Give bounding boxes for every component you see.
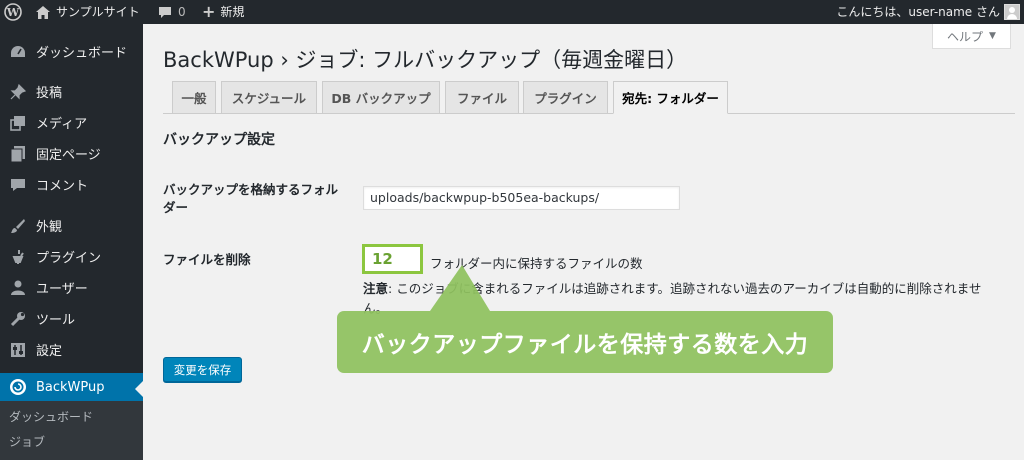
- tab-plugins[interactable]: プラグイン: [523, 81, 608, 114]
- menu-dashboard[interactable]: ダッシュボード: [0, 36, 143, 67]
- menu-label: コメント: [36, 179, 89, 194]
- page-title: BackWPup › ジョブ: フルバックアップ（毎週金曜日）: [163, 48, 688, 72]
- settings-icon: [0, 342, 36, 358]
- menu-label: BackWPup: [36, 379, 105, 395]
- folder-label: バックアップを格納するフォル ダー: [163, 181, 338, 217]
- menu-pages[interactable]: 固定ページ: [0, 138, 143, 169]
- delete-files-label: ファイルを削除: [163, 252, 251, 267]
- menu-label: ツール: [36, 313, 76, 328]
- menu-label: 外観: [36, 220, 63, 235]
- backwpup-icon: [0, 378, 36, 396]
- wordpress-logo-icon[interactable]: W: [4, 0, 24, 24]
- section-title: バックアップ設定: [163, 132, 275, 148]
- brush-icon: [0, 218, 36, 234]
- home-icon: [36, 5, 50, 19]
- menu-label: 固定ページ: [36, 148, 101, 163]
- annotation-callout: バックアップファイルを保持する数を入力: [337, 311, 833, 373]
- dashboard-icon: [0, 45, 36, 59]
- submenu-jobs[interactable]: ジョブ: [9, 433, 45, 450]
- new-content-link[interactable]: + 新規: [202, 0, 244, 24]
- comment-bubble-icon: [159, 6, 171, 18]
- plugin-icon: [0, 249, 36, 265]
- submenu-dashboard[interactable]: ダッシュボード: [9, 408, 93, 425]
- save-changes-button[interactable]: 変更を保存: [163, 357, 242, 382]
- menu-media[interactable]: メディア: [0, 107, 143, 138]
- comment-count: 0: [178, 5, 186, 19]
- account-greeting[interactable]: こんにちは、user-name さん: [836, 0, 1000, 24]
- comments-link[interactable]: 0: [158, 0, 186, 24]
- user-icon: [0, 280, 36, 296]
- menu-plugins[interactable]: プラグイン: [0, 241, 143, 272]
- admin-bar: W サンプルサイト 0 + 新規 こんにちは、user-name さん: [0, 0, 1024, 24]
- page-icon: [0, 145, 36, 162]
- menu-tools[interactable]: ツール: [0, 303, 143, 334]
- menu-comments[interactable]: コメント: [0, 169, 143, 200]
- svg-text:W: W: [6, 6, 20, 19]
- menu-users[interactable]: ユーザー: [0, 272, 143, 303]
- tab-general[interactable]: 一般: [172, 81, 216, 114]
- help-label: ヘルプ: [947, 29, 984, 44]
- menu-label: メディア: [36, 117, 88, 132]
- tab-destination-folder[interactable]: 宛先: フォルダー: [613, 81, 728, 114]
- backwpup-submenu: ダッシュボード ジョブ: [0, 401, 143, 460]
- avatar[interactable]: [1004, 4, 1020, 20]
- comment-icon: [0, 178, 36, 192]
- site-name: サンプルサイト: [56, 5, 140, 19]
- chevron-down-icon: ▼: [989, 31, 996, 41]
- menu-backwpup[interactable]: BackWPup: [0, 373, 143, 401]
- tab-files[interactable]: ファイル: [445, 81, 519, 114]
- plus-icon: +: [202, 2, 216, 21]
- backup-folder-input[interactable]: uploads/backwpup-b505ea-backups/: [363, 186, 680, 210]
- new-label: 新規: [220, 5, 245, 19]
- help-tab-button[interactable]: ヘルプ ▼: [932, 24, 1011, 49]
- wrench-icon: [0, 311, 36, 327]
- menu-posts[interactable]: 投稿: [0, 76, 143, 107]
- folder-label-line: バックアップを格納するフォル: [163, 182, 339, 197]
- admin-sidebar: ダッシュボード 投稿 メディア 固定ページ コメント 外観 プラグイン ユーザー…: [0, 24, 143, 460]
- menu-label: ダッシュボード: [36, 46, 128, 61]
- site-name-link[interactable]: サンプルサイト: [36, 0, 140, 24]
- media-icon: [0, 115, 36, 131]
- note-prefix: 注意: [363, 281, 389, 296]
- menu-appearance[interactable]: 外観: [0, 210, 143, 241]
- menu-label: 設定: [36, 344, 63, 359]
- menu-label: ユーザー: [36, 282, 88, 297]
- tab-db-backup[interactable]: DB バックアップ: [322, 81, 440, 114]
- pin-icon: [0, 83, 36, 100]
- menu-settings[interactable]: 設定: [0, 334, 143, 365]
- menu-label: プラグイン: [36, 251, 102, 266]
- menu-label: 投稿: [36, 86, 63, 101]
- folder-label-line: ダー: [163, 200, 189, 215]
- tab-schedule[interactable]: スケジュール: [221, 81, 317, 114]
